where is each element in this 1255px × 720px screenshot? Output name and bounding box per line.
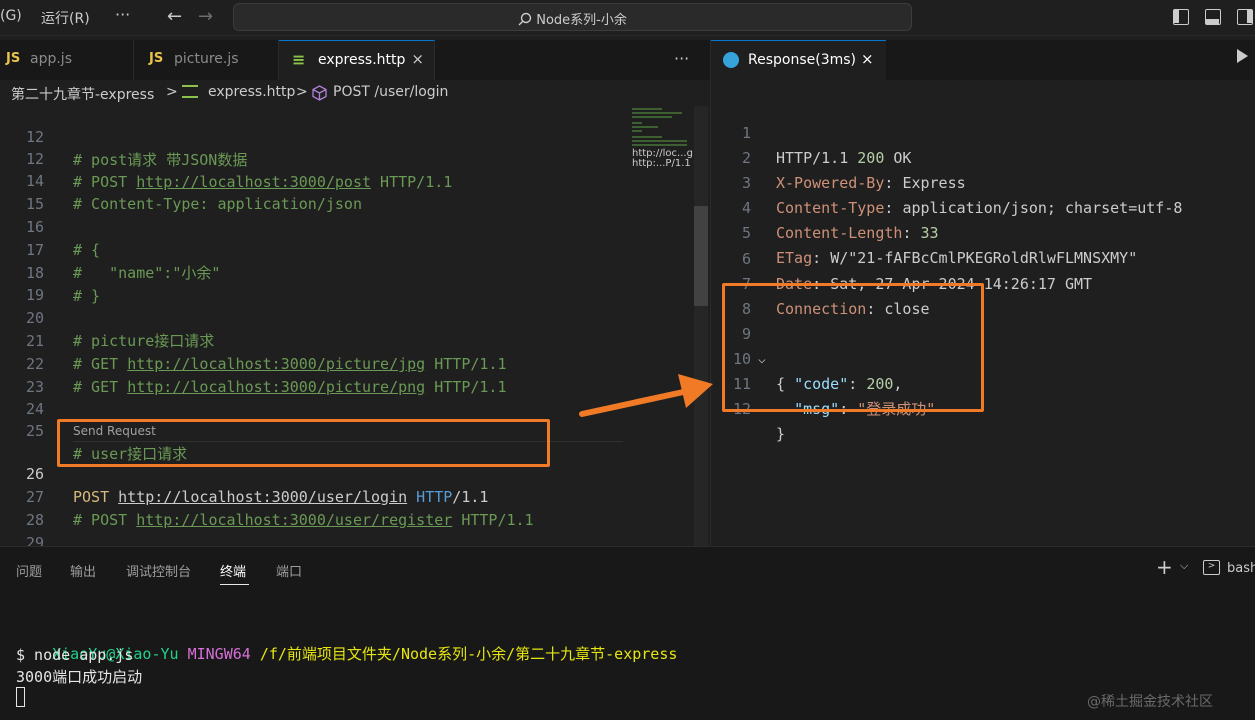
response-line: 1 HTTP/1.1 200 OK	[741, 124, 912, 167]
code-line: 17 # "name":"小余"	[25, 241, 221, 282]
tab-label: express.http	[318, 52, 406, 68]
http-file-icon: ≡	[292, 50, 306, 69]
editor-scroll-thumb[interactable]	[694, 206, 708, 306]
response-tab-bar: Response(3ms) ×	[711, 40, 1255, 80]
response-line: 2 X-Powered-By: Express	[741, 149, 966, 192]
globe-icon	[723, 52, 739, 68]
response-line: 5 ETag: W/"21-fAFBcCmlPKEGRoldRlwFLMNSXM…	[741, 224, 1138, 267]
code-line: 12 # post请求 带JSON数据	[25, 128, 248, 169]
add-terminal-icon[interactable]: +	[1156, 555, 1173, 579]
code-line: 12 # POST http://localhost:3000/post HTT…	[25, 150, 453, 191]
code-line: 28	[25, 511, 44, 529]
more-actions-icon[interactable]: ···	[674, 49, 689, 68]
toggle-panel-icon[interactable]	[1205, 9, 1221, 25]
terminal-command: $ node app.js	[16, 646, 134, 664]
tab-app-js[interactable]: JS app.js	[0, 40, 134, 80]
tab-label: app.js	[30, 51, 72, 67]
tab-response[interactable]: Response(3ms) ×	[711, 40, 886, 80]
toggle-sidebar-icon[interactable]	[1173, 9, 1189, 25]
watermark: @稀土掘金技术社区	[1087, 694, 1213, 710]
tab-debug-console[interactable]: 调试控制台	[126, 561, 191, 580]
toggle-secondary-sidebar-icon[interactable]	[1237, 9, 1253, 25]
minimap-text: http:...P/1.1	[632, 158, 691, 169]
http-file-icon	[182, 85, 198, 98]
title-bar: (G) 运行(R) ··· ← → Node系列-小余	[0, 0, 1255, 36]
breadcrumb-folder[interactable]: 第二十九章节-express	[11, 84, 154, 104]
javascript-icon: JS	[149, 51, 164, 66]
tab-express-http[interactable]: ≡ express.http ×	[279, 40, 435, 80]
code-line: 21 # GET http://localhost:3000/picture/j…	[25, 332, 507, 373]
response-line: 4 Content-Length: 33	[741, 199, 939, 242]
terminal-icon[interactable]: >	[1203, 560, 1220, 575]
breadcrumb-file[interactable]: express.http	[208, 84, 295, 100]
run-icon[interactable]	[1237, 49, 1248, 63]
code-line: 14 # Content-Type: application/json	[25, 172, 362, 213]
editor-scrollbar[interactable]	[694, 106, 708, 546]
breadcrumb-symbol[interactable]: POST /user/login	[333, 84, 448, 100]
code-line: 19	[25, 286, 44, 304]
request-highlight-box	[57, 419, 550, 467]
search-icon	[518, 12, 532, 26]
close-icon[interactable]: ×	[861, 50, 874, 68]
back-arrow-icon[interactable]: ←	[167, 6, 182, 27]
response-line: 3 Content-Type: application/json; charse…	[741, 174, 1183, 217]
response-line: 7 Connection: close	[741, 275, 930, 318]
code-editor[interactable]: 12 # post请求 带JSON数据 12 # POST http://loc…	[0, 106, 710, 552]
code-line: 16 # {	[25, 218, 101, 259]
close-icon[interactable]: ×	[411, 50, 424, 68]
response-body-highlight-box	[722, 283, 984, 412]
code-line: 15	[25, 195, 44, 213]
code-line: 29	[25, 534, 44, 552]
menu-more-icon[interactable]: ···	[115, 5, 130, 24]
tab-problems[interactable]: 问题	[16, 561, 42, 580]
chevron-right-icon: >	[166, 84, 178, 100]
javascript-icon: JS	[6, 51, 21, 66]
search-text: Node系列-小余	[536, 13, 627, 28]
tab-output[interactable]: 输出	[70, 561, 96, 580]
terminal-cursor[interactable]	[16, 687, 25, 707]
tab-picture-js[interactable]: JS picture.js	[134, 40, 279, 80]
editor-tab-bar: JS app.js JS picture.js ≡ express.http ×…	[0, 40, 710, 80]
tab-terminal[interactable]: 终端	[220, 561, 246, 580]
bottom-panel: 问题 输出 调试控制台 终端 端口 + ⌵ > bash XiaoYu@Xiao…	[0, 546, 1255, 720]
chevron-right-icon: >	[296, 84, 308, 100]
tab-label: picture.js	[174, 51, 239, 67]
command-center-search[interactable]: Node系列-小余	[233, 3, 912, 31]
active-tab-indicator	[220, 584, 249, 585]
tab-ports[interactable]: 端口	[276, 561, 302, 580]
response-line: 6 Date: Sat, 27 Apr 2024 14:26:17 GMT	[741, 250, 1093, 293]
code-line: 20 # picture接口请求	[25, 309, 215, 350]
forward-arrow-icon[interactable]: →	[198, 6, 213, 27]
symbol-cube-icon	[312, 85, 327, 101]
code-line: 18 # }	[25, 264, 101, 305]
menu-run[interactable]: 运行(R)	[41, 8, 90, 28]
code-line: 22 # GET http://localhost:3000/picture/p…	[25, 355, 507, 396]
chevron-down-icon[interactable]: ⌵	[1180, 559, 1188, 573]
menu-go[interactable]: (G)	[0, 8, 22, 24]
shell-label[interactable]: bash	[1227, 561, 1255, 576]
annotation-arrow-icon	[579, 374, 713, 417]
terminal-output: 3000端口成功启动	[16, 668, 143, 686]
